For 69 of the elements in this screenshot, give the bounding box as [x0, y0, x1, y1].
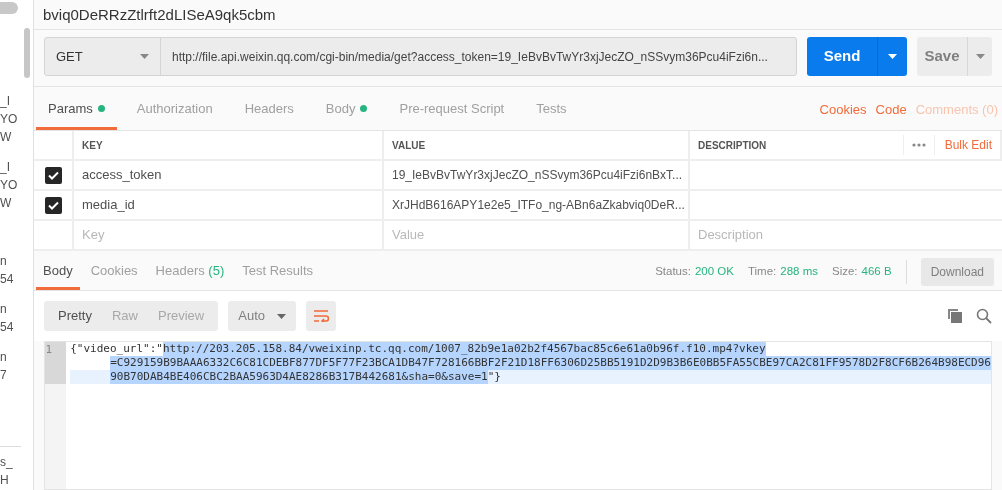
sidebar-text: _I: [0, 93, 11, 110]
header-link[interactable]: Cookies: [819, 90, 867, 130]
column-header: VALUE: [392, 138, 426, 153]
search-icon[interactable]: [976, 308, 992, 324]
sidebar-text: n: [0, 253, 8, 270]
download-button[interactable]: Download: [920, 258, 994, 286]
request-tab[interactable]: Headers: [232, 90, 306, 130]
wrap-lines-button[interactable]: [306, 301, 336, 331]
selected-code-text: 90B70DAB4BE406CBC2BAA5963D4AE8286B317B442681&sha=0&save=1: [110, 370, 488, 384]
response-tab[interactable]: Test Results: [235, 254, 321, 290]
sidebar-text: _I: [0, 159, 11, 176]
sidebar-text: YO: [0, 111, 19, 128]
header-link[interactable]: Code: [875, 90, 907, 130]
request-tab[interactable]: Authorization: [124, 90, 225, 130]
view-mode-tab[interactable]: Raw: [101, 301, 148, 331]
status-label: Status:: [655, 264, 691, 280]
response-tab[interactable]: Cookies: [83, 254, 145, 290]
column-header: DESCRIPTION: [698, 138, 767, 153]
description-input[interactable]: Description: [690, 221, 1002, 249]
send-options-button[interactable]: [877, 37, 907, 76]
sidebar-text: n: [0, 349, 8, 366]
wrap-icon: [313, 310, 329, 322]
sidebar-text: YO: [0, 177, 19, 194]
key-input[interactable]: Key: [74, 221, 384, 249]
caret-icon: [888, 54, 897, 59]
request-tab[interactable]: Body: [313, 90, 380, 130]
caret-icon: [975, 54, 985, 59]
status-value: 288 ms: [780, 264, 818, 280]
sidebar-text: 7: [0, 367, 8, 384]
more-options-icon[interactable]: [911, 143, 926, 147]
param-key: access_token: [82, 165, 162, 185]
status-label: Size:: [832, 264, 858, 280]
status-value: 200 OK: [694, 264, 734, 280]
sidebar-text: s_: [0, 454, 14, 471]
line-number: 1: [45, 343, 53, 356]
header-link[interactable]: Comments (0): [915, 90, 998, 130]
sidebar-text: W: [0, 195, 13, 212]
sidebar-text: 54: [0, 319, 15, 336]
code-text: {"video_url":": [70, 342, 163, 356]
checkbox[interactable]: [44, 196, 62, 214]
column-header: KEY: [82, 138, 103, 153]
sidebar-text: W: [0, 129, 13, 146]
param-value: 19_IeBvBvTwYr3xjJecZO_nSSvym36Pcu4iFzi6nBxT...: [392, 167, 683, 184]
view-mode-tab[interactable]: Preview: [148, 301, 215, 331]
response-tab[interactable]: Headers (5): [148, 254, 232, 290]
copy-icon[interactable]: [948, 309, 962, 323]
request-tab[interactable]: Pre-request Script: [387, 90, 517, 130]
check-icon: [47, 170, 59, 180]
param-key: media_id: [82, 195, 135, 215]
status-value: 466 B: [861, 264, 892, 280]
request-tab[interactable]: Tests: [524, 90, 579, 130]
selected-code-text: =C929159B9BAAA6332C6C81CDEBF877DF5F77F23BCA1DB47F728166BBF2F21D18FF6306D25BB5191D2D9B3B6E0BB5FA55CBE97CA2C81FF9578D2F8CF6B264B98ECD96: [110, 356, 991, 370]
sidebar-text: n: [0, 301, 8, 318]
param-value: XrJHdB616APY1e2e5_ITFo_ng-ABn6aZkabviq0DeR...: [392, 197, 685, 214]
scrollbar-thumb[interactable]: [24, 28, 31, 78]
value-input[interactable]: Value: [384, 221, 690, 249]
format-dropdown[interactable]: Auto: [228, 301, 296, 331]
caret-icon: [277, 313, 286, 319]
check-icon: [47, 200, 59, 210]
send-button[interactable]: Send: [807, 37, 877, 76]
request-title: bviq0DeRRzZtlrft2dLISeA9qk5cbm: [43, 6, 276, 23]
view-mode-tab[interactable]: Pretty: [48, 301, 102, 331]
selected-code-text: http://203.205.158.84/vweixinp.tc.qq.com/1007_82b9e1a02b2f4567bac85c6e61a0b96f.f10.mp4?vkey: [162, 342, 766, 356]
status-label: Time:: [747, 264, 777, 280]
sidebar-text: 54: [0, 271, 15, 288]
code-text: "}: [487, 370, 501, 384]
bulk-edit-link[interactable]: Bulk Edit: [944, 136, 992, 154]
sidebar-text: H: [0, 472, 10, 489]
checkbox[interactable]: [44, 166, 62, 184]
